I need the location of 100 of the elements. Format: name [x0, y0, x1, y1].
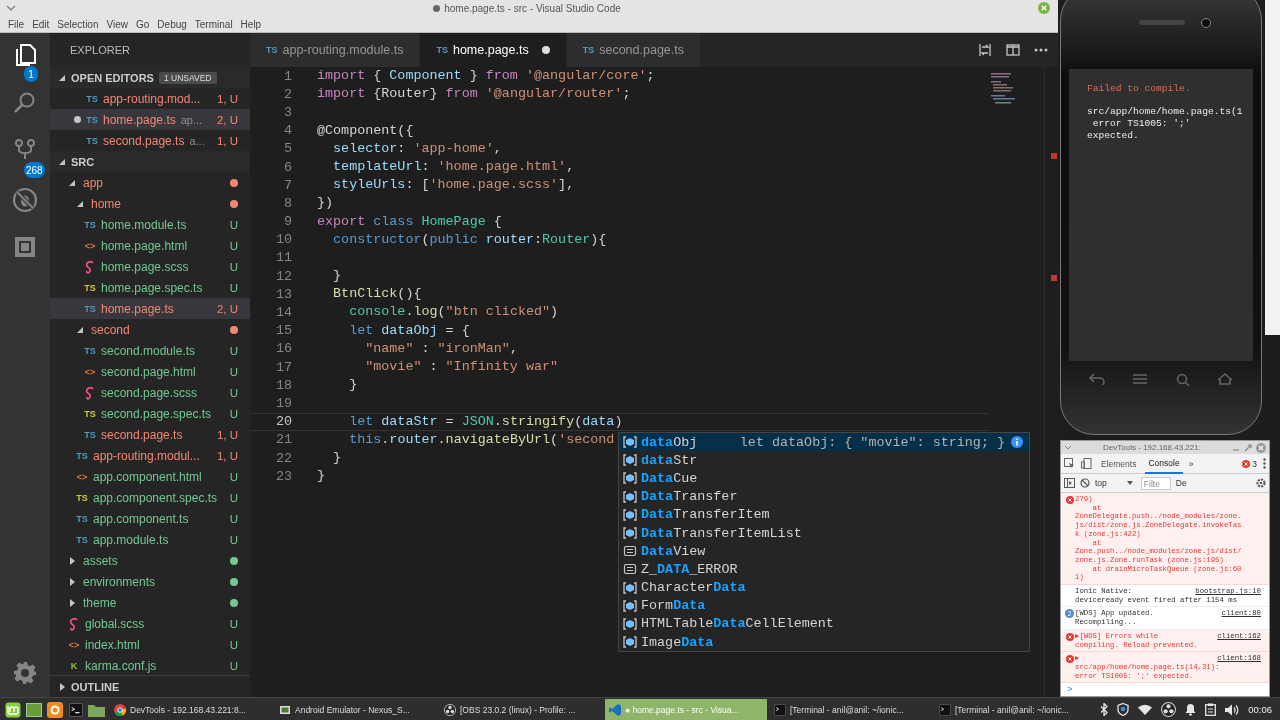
editor-tab[interactable]: TS second.page.ts	[566, 33, 701, 67]
tree-item[interactable]: global.scss U	[50, 613, 250, 634]
caret-icon[interactable]	[58, 73, 66, 82]
compare-icon[interactable]	[978, 43, 992, 57]
settings-icon[interactable]	[1256, 478, 1266, 488]
suggestion-item[interactable]: DataView	[619, 542, 1029, 561]
browser-icon[interactable]	[46, 701, 63, 718]
open-editor-item[interactable]: TS home.page.ts ap... 2, U	[50, 109, 250, 130]
filter-field[interactable]: Filte	[1140, 476, 1171, 490]
kebab-icon[interactable]	[1263, 458, 1266, 469]
caret-icon[interactable]	[58, 682, 66, 691]
menu-item[interactable]: Selection	[53, 18, 103, 30]
chevron-icon[interactable]	[6, 5, 16, 11]
close-icon[interactable]	[1256, 442, 1266, 453]
levels-dropdown[interactable]: De	[1175, 478, 1187, 488]
caret-icon[interactable]	[68, 178, 76, 187]
suggestion-item[interactable]: DataCue	[619, 469, 1029, 488]
maximize-icon[interactable]	[1244, 443, 1252, 452]
caret-icon[interactable]	[68, 577, 76, 586]
shield-icon[interactable]	[1117, 703, 1130, 716]
tree-item[interactable]: second.page.scss U	[50, 382, 250, 403]
console-prompt[interactable]: >	[1061, 683, 1269, 696]
tree-item[interactable]: TS app.module.ts U	[50, 529, 250, 550]
menu-item[interactable]: View	[102, 18, 132, 30]
tree-item[interactable]: second	[50, 319, 250, 340]
more-tabs[interactable]: »	[1188, 458, 1194, 469]
editor-tab[interactable]: TS app-routing.module.ts	[250, 33, 421, 67]
tree-item[interactable]: app	[50, 172, 250, 193]
desktop-icon[interactable]	[25, 702, 42, 717]
suggestion-item[interactable]: ImageData	[619, 633, 1029, 652]
taskbar-item[interactable]: [OBS 23.0.2 (linux) - Profile: ...	[440, 699, 602, 720]
taskbar-item[interactable]: DevTools - 192.168.43.221:8...	[110, 699, 272, 720]
clipboard-icon[interactable]	[1205, 703, 1217, 716]
inspect-icon[interactable]	[1064, 458, 1075, 469]
tree-item[interactable]: assets	[50, 550, 250, 571]
tree-item[interactable]: TS app.component.ts U	[50, 508, 250, 529]
mint-menu-icon[interactable]	[4, 701, 21, 718]
suggestion-item[interactable]: CharacterData	[619, 578, 1029, 597]
menu-item[interactable]: File	[4, 18, 29, 30]
menu-item[interactable]: Help	[236, 18, 266, 30]
more-icon[interactable]	[1034, 48, 1048, 52]
tree-item[interactable]: TS home.page.spec.ts U	[50, 277, 250, 298]
tree-item[interactable]: <> home.page.html U	[50, 235, 250, 256]
suggestion-item[interactable]: DataTransferItem	[619, 505, 1029, 524]
home-icon[interactable]	[1217, 373, 1234, 385]
split-editor-icon[interactable]	[1006, 43, 1020, 57]
taskbar-item[interactable]: Android Emulator - Nexus_S...	[275, 699, 437, 720]
section-header[interactable]: OPEN EDITORS 1 UNSAVED	[50, 67, 250, 88]
extensions-icon[interactable]	[12, 234, 38, 260]
taskbar-item[interactable]: [Terminal - anil@anil: ~/ionic...	[770, 699, 932, 720]
section-header[interactable]: SRC	[50, 151, 250, 172]
tree-item[interactable]: <> app.component.html U	[50, 466, 250, 487]
settings-icon[interactable]	[13, 661, 37, 685]
debug-icon[interactable]	[11, 186, 39, 214]
taskbar-item[interactable]: [Terminal - anil@anil: ~/ionic...	[935, 699, 1097, 720]
bell-icon[interactable]	[1185, 703, 1197, 716]
tree-item[interactable]: K karma.conf.js U	[50, 655, 250, 675]
tree-item[interactable]: theme	[50, 592, 250, 613]
tree-item[interactable]: <> index.html U	[50, 634, 250, 655]
caret-icon[interactable]	[68, 556, 76, 565]
menu-item[interactable]: Go	[132, 18, 154, 30]
devtools-tab[interactable]: Elements	[1098, 454, 1140, 473]
context-dropdown[interactable]: top	[1095, 478, 1136, 488]
search-icon[interactable]	[1175, 373, 1190, 387]
volume-icon[interactable]	[1225, 703, 1240, 716]
tree-item[interactable]: TS home.module.ts U	[50, 214, 250, 235]
suggestion-item[interactable]: Z_DATA_ERROR	[619, 560, 1029, 579]
suggestion-item[interactable]: DataTransferItemList	[619, 523, 1029, 543]
device-icon[interactable]	[1081, 458, 1092, 469]
caret-icon[interactable]	[76, 199, 84, 208]
tree-item[interactable]: TS second.page.ts 1, U	[50, 424, 250, 445]
tree-item[interactable]: TS home.page.ts 2, U	[50, 298, 250, 319]
tree-item[interactable]: home.page.scss U	[50, 256, 250, 277]
tree-item[interactable]: <> second.page.html U	[50, 361, 250, 382]
info-icon[interactable]	[1011, 436, 1023, 449]
open-editor-item[interactable]: TS second.page.ts a... 1, U	[50, 130, 250, 151]
error-count[interactable]: 3	[1242, 458, 1257, 469]
folder-icon[interactable]	[88, 702, 105, 717]
tree-item[interactable]: TS app.component.spec.ts U	[50, 487, 250, 508]
suggestion-item[interactable]: dataObj let dataObj: { "movie": string; }	[619, 433, 1029, 452]
back-icon[interactable]	[1088, 373, 1105, 385]
suggestion-item[interactable]: DataTransfer	[619, 487, 1029, 506]
open-editor-item[interactable]: TS app-routing.mod... 1, U	[50, 88, 250, 109]
tree-item[interactable]: TS app-routing.modul... 1, U	[50, 445, 250, 466]
clear-icon[interactable]	[1080, 478, 1090, 488]
terminal-icon[interactable]	[68, 702, 83, 717]
suggestion-item[interactable]: FormData	[619, 596, 1029, 615]
caret-icon[interactable]	[58, 157, 66, 166]
suggestion-item[interactable]: HTMLTableDataCellElement	[619, 614, 1029, 634]
tree-item[interactable]: TS second.module.ts U	[50, 340, 250, 361]
tree-item[interactable]: home	[50, 193, 250, 214]
bluetooth-icon[interactable]	[1100, 703, 1109, 716]
tree-item[interactable]: environments	[50, 571, 250, 592]
menu-item[interactable]: Edit	[28, 18, 54, 30]
suggestion-item[interactable]: dataStr	[619, 451, 1029, 470]
sidebar-toggle-icon[interactable]	[1064, 478, 1075, 488]
wifi-icon[interactable]	[1138, 704, 1153, 715]
tree-item[interactable]: TS second.page.spec.ts U	[50, 403, 250, 424]
caret-icon[interactable]	[68, 598, 76, 607]
chevron-icon[interactable]	[1064, 445, 1072, 450]
